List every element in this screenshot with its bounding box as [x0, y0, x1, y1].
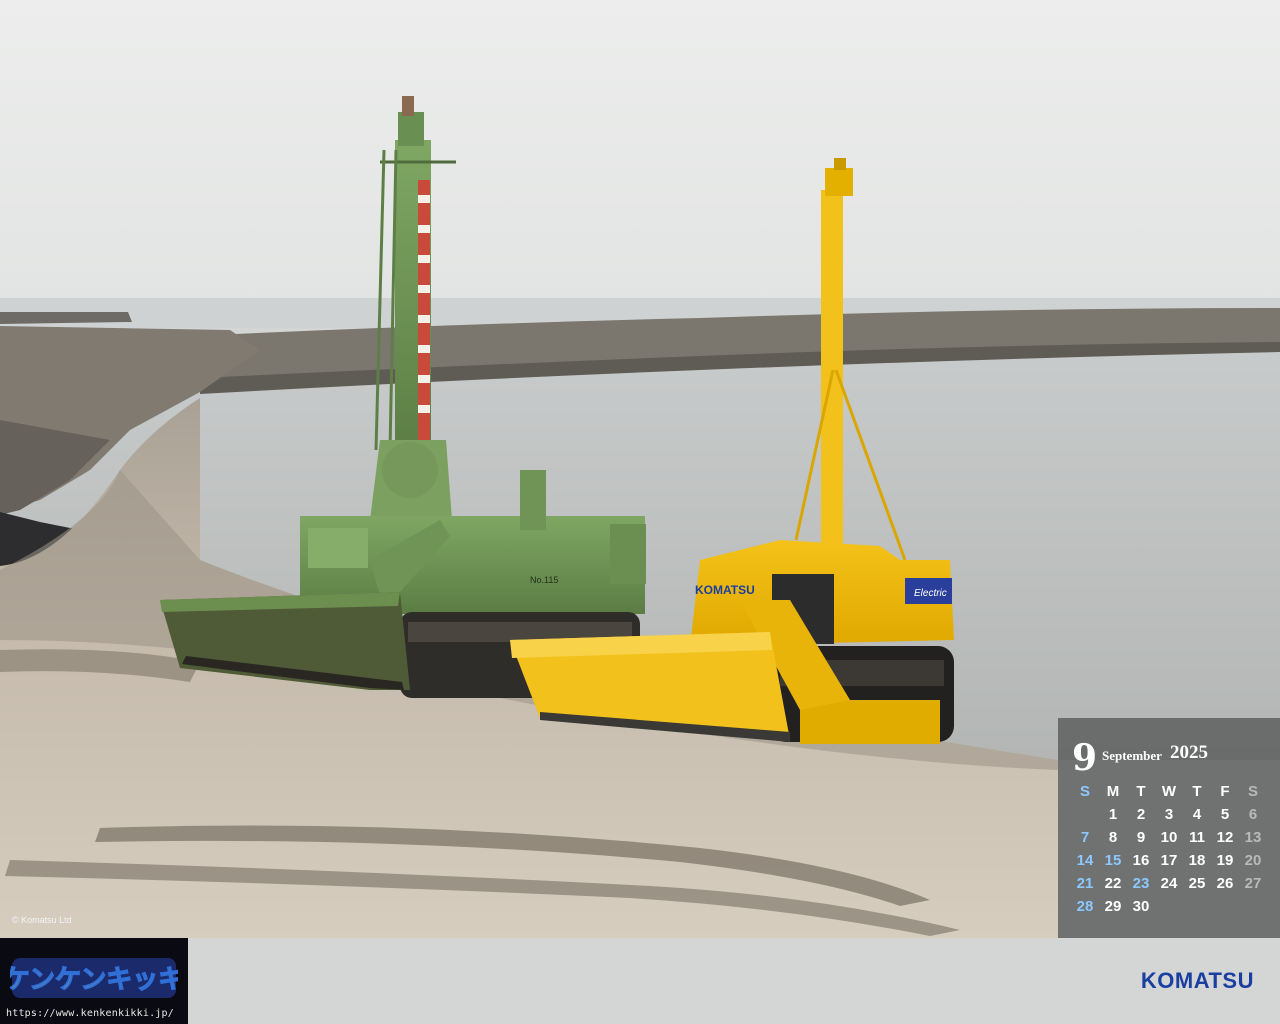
calendar-day: 23 — [1132, 875, 1150, 892]
calendar-weekday: T — [1192, 783, 1202, 800]
calendar-day: 24 — [1160, 875, 1178, 892]
calendar-month-name: September — [1102, 748, 1162, 763]
site-logo[interactable]: ケンケンキッキ https://www.kenkenkikki.jp/ — [0, 938, 188, 1024]
calendar-day: 16 — [1132, 852, 1150, 869]
calendar-day: 3 — [1164, 806, 1174, 823]
yellow-brand-label: KOMATSU — [695, 583, 755, 597]
calendar-day: 27 — [1244, 875, 1262, 892]
calendar-day: 20 — [1244, 852, 1262, 869]
site-logo-art: ケンケンキッキ — [10, 958, 178, 998]
calendar-grid: S M T W T F S 1 2 3 4 5 6 7 8 9 10 11 12 13 14 15 16 17 18 19 20 21… — [1071, 780, 1275, 918]
calendar-empty-cell — [1183, 895, 1211, 918]
footer-bar: ケンケンキッキ https://www.kenkenkikki.jp/ KOMA… — [0, 938, 1280, 1024]
calendar-day: 7 — [1080, 829, 1090, 846]
calendar-day: 22 — [1104, 875, 1122, 892]
calendar-year: 2025 — [1170, 742, 1208, 763]
green-number-label: No.115 — [530, 575, 558, 585]
calendar-day: 5 — [1220, 806, 1230, 823]
calendar-day: 19 — [1216, 852, 1234, 869]
calendar-day: 18 — [1188, 852, 1206, 869]
calendar-day: 11 — [1189, 829, 1205, 846]
calendar-weekday: S — [1247, 783, 1258, 800]
calendar-day: 26 — [1216, 875, 1234, 892]
calendar-weekday: F — [1220, 783, 1230, 800]
calendar-day: 25 — [1188, 875, 1206, 892]
calendar-day: 17 — [1160, 852, 1178, 869]
calendar-weekday: T — [1136, 783, 1146, 800]
sky — [0, 0, 1280, 310]
calendar-empty-cell — [1211, 895, 1239, 918]
calendar-day: 28 — [1076, 898, 1094, 915]
calendar-empty-cell — [1239, 895, 1267, 918]
electric-panel-label: Electric — [914, 588, 947, 599]
calendar-day: 15 — [1104, 852, 1122, 869]
calendar-widget: 9 September 2025 S M T W T F S 1 2 3 4 5 6 7 8 9 10 11 12 1… — [1058, 718, 1280, 938]
calendar-weekday: M — [1106, 783, 1120, 800]
calendar-day: 9 — [1136, 829, 1146, 846]
site-logo-text: ケンケンキッキ — [10, 965, 178, 995]
calendar-day: 2 — [1136, 806, 1146, 823]
calendar-weekday: W — [1161, 783, 1177, 800]
site-url[interactable]: https://www.kenkenkikki.jp/ — [6, 1008, 174, 1019]
calendar-day: 13 — [1244, 829, 1262, 846]
calendar-empty-cell — [1071, 803, 1099, 826]
calendar-day: 10 — [1160, 829, 1178, 846]
komatsu-brand-logo: KOMATSU — [1140, 968, 1254, 993]
calendar-day: 21 — [1076, 875, 1094, 892]
calendar-empty-cell — [1155, 895, 1183, 918]
far-breakwater — [0, 312, 132, 324]
calendar-day: 29 — [1104, 898, 1122, 915]
calendar-day: 14 — [1076, 852, 1094, 869]
calendar-day: 30 — [1132, 898, 1150, 915]
calendar-day: 8 — [1108, 829, 1118, 846]
calendar-day: 12 — [1216, 829, 1234, 846]
calendar-day: 4 — [1192, 806, 1202, 823]
calendar-month-number: 9 — [1072, 737, 1098, 779]
photo-copyright: © Komatsu Ltd — [12, 915, 72, 925]
calendar-day: 6 — [1248, 806, 1258, 823]
calendar-day: 1 — [1108, 806, 1118, 823]
calendar-weekday: S — [1079, 783, 1090, 800]
